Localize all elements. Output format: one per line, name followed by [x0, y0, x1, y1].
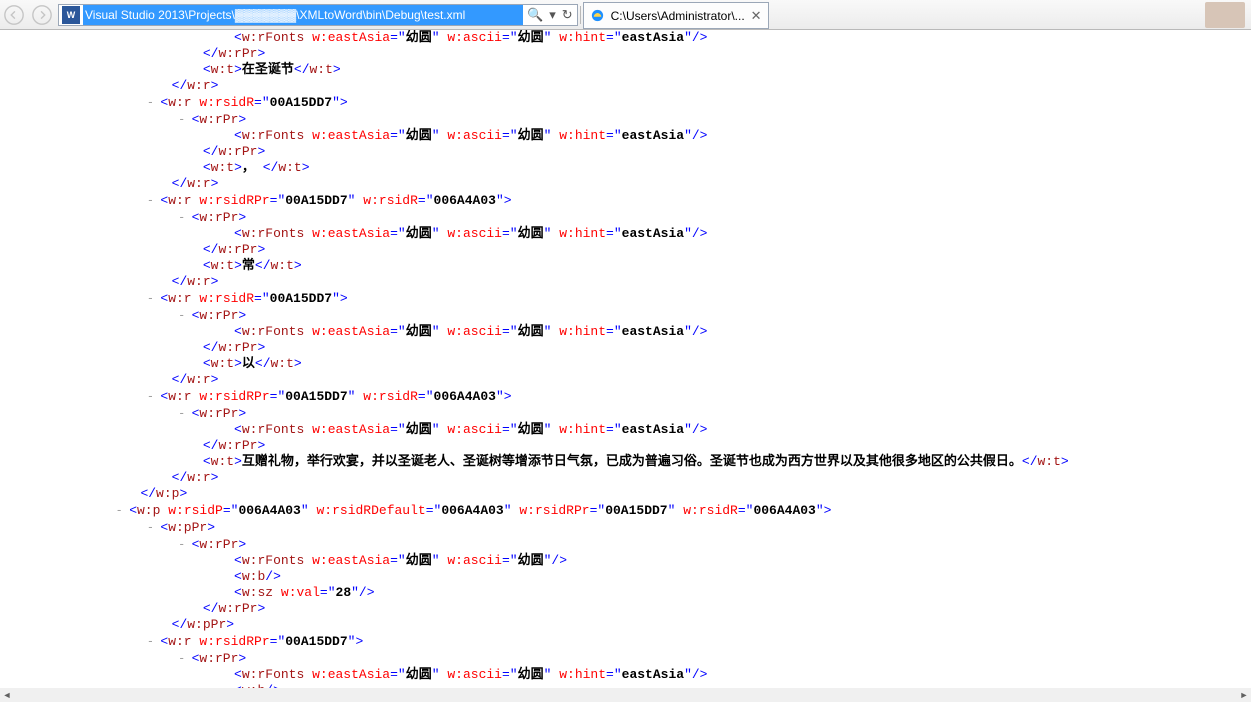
xml-viewer: <w:rFonts w:eastAsia="幼圆" w:ascii="幼圆" w…: [0, 30, 1251, 688]
back-button[interactable]: [0, 1, 28, 29]
horizontal-scrollbar[interactable]: ◄ ►: [0, 688, 1251, 702]
xml-line: </w:r>: [0, 176, 1251, 192]
xml-line: </w:rPr>: [0, 144, 1251, 160]
xml-line: </w:r>: [0, 470, 1251, 486]
xml-line: <w:t>在圣诞节</w:t>: [0, 62, 1251, 78]
xml-line: - <w:rPr>: [0, 650, 1251, 667]
xml-line: <w:sz w:val="28"/>: [0, 585, 1251, 601]
search-icon[interactable]: 🔍: [527, 5, 543, 25]
ie-icon: [590, 8, 605, 23]
xml-line: </w:r>: [0, 78, 1251, 94]
xml-line: <w:t>以</w:t>: [0, 356, 1251, 372]
xml-line: </w:rPr>: [0, 438, 1251, 454]
xml-line: - <w:rPr>: [0, 536, 1251, 553]
xml-line: - <w:r w:rsidR="00A15DD7">: [0, 94, 1251, 111]
xml-line: </w:rPr>: [0, 601, 1251, 617]
xml-line: - <w:r w:rsidR="00A15DD7">: [0, 290, 1251, 307]
xml-line: </w:rPr>: [0, 242, 1251, 258]
window-corner: [1205, 0, 1251, 30]
avatar: [1205, 2, 1245, 28]
xml-line: - <w:p w:rsidP="006A4A03" w:rsidRDefault…: [0, 502, 1251, 519]
xml-line: <w:b/>: [0, 569, 1251, 585]
address-bar[interactable]: W Visual Studio 2013\Projects\▓▓▓▓▓▓▓\XM…: [58, 4, 578, 26]
tab-title: C:\Users\Administrator\...: [611, 9, 745, 23]
scroll-left-icon[interactable]: ◄: [0, 688, 14, 702]
xml-line: </w:rPr>: [0, 340, 1251, 356]
browser-chrome: W Visual Studio 2013\Projects\▓▓▓▓▓▓▓\XM…: [0, 0, 1251, 30]
xml-line: - <w:rPr>: [0, 111, 1251, 128]
dropdown-icon[interactable]: ▾: [549, 5, 556, 25]
xml-line: - <w:rPr>: [0, 405, 1251, 422]
xml-line: <w:rFonts w:eastAsia="幼圆" w:ascii="幼圆" w…: [0, 128, 1251, 144]
tab-close-icon[interactable]: ✕: [751, 8, 762, 24]
refresh-icon[interactable]: ↻: [562, 5, 573, 25]
scroll-right-icon[interactable]: ►: [1237, 688, 1251, 702]
xml-line: <w:rFonts w:eastAsia="幼圆" w:ascii="幼圆" w…: [0, 667, 1251, 683]
browser-tab[interactable]: C:\Users\Administrator\... ✕: [583, 2, 769, 29]
xml-line: - <w:r w:rsidRPr="00A15DD7" w:rsidR="006…: [0, 192, 1251, 209]
xml-line: <w:t>常</w:t>: [0, 258, 1251, 274]
xml-line: <w:rFonts w:eastAsia="幼圆" w:ascii="幼圆" w…: [0, 30, 1251, 46]
address-text: Visual Studio 2013\Projects\▓▓▓▓▓▓▓\XMLt…: [83, 5, 523, 25]
xml-line: - <w:rPr>: [0, 209, 1251, 226]
xml-line: <w:rFonts w:eastAsia="幼圆" w:ascii="幼圆"/>: [0, 553, 1251, 569]
xml-line: <w:t>， </w:t>: [0, 160, 1251, 176]
xml-line: <w:rFonts w:eastAsia="幼圆" w:ascii="幼圆" w…: [0, 226, 1251, 242]
xml-line: </w:rPr>: [0, 46, 1251, 62]
xml-line: </w:r>: [0, 372, 1251, 388]
xml-line: <w:t>互赠礼物，举行欢宴，并以圣诞老人、圣诞树等增添节日气氛，已成为普遍习俗…: [0, 454, 1251, 470]
scroll-track[interactable]: [14, 688, 1237, 702]
xml-line: - <w:r w:rsidRPr="00A15DD7">: [0, 633, 1251, 650]
xml-line: <w:rFonts w:eastAsia="幼圆" w:ascii="幼圆" w…: [0, 324, 1251, 340]
xml-line: <w:rFonts w:eastAsia="幼圆" w:ascii="幼圆" w…: [0, 422, 1251, 438]
address-controls: 🔍 ▾ ↻: [523, 5, 577, 25]
word-file-icon: W: [62, 6, 80, 24]
xml-line: - <w:pPr>: [0, 519, 1251, 536]
divider: [580, 6, 581, 24]
xml-line: - <w:r w:rsidRPr="00A15DD7" w:rsidR="006…: [0, 388, 1251, 405]
xml-line: </w:p>: [0, 486, 1251, 502]
forward-button[interactable]: [28, 1, 56, 29]
xml-line: </w:pPr>: [0, 617, 1251, 633]
xml-line: - <w:rPr>: [0, 307, 1251, 324]
xml-line: </w:r>: [0, 274, 1251, 290]
